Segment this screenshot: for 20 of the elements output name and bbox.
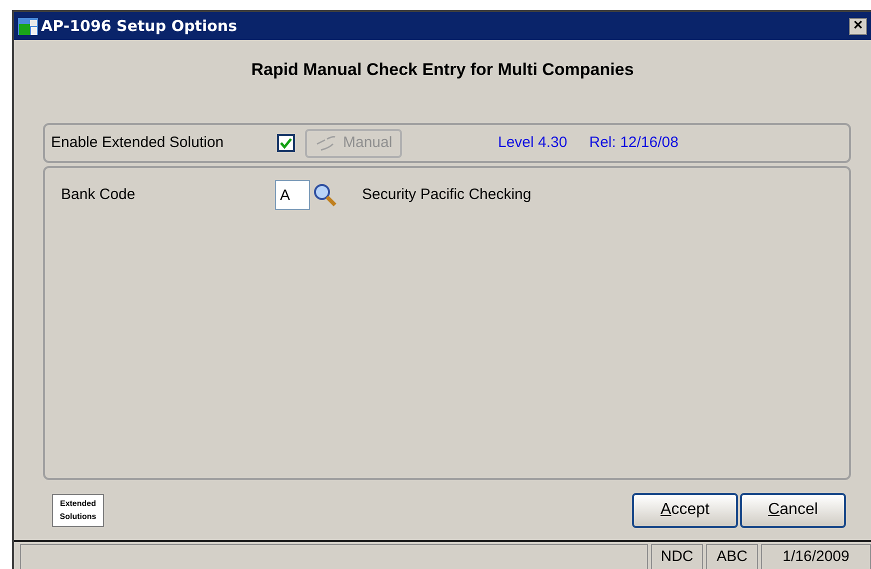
bank-code-field[interactable]: A <box>275 180 310 210</box>
close-button[interactable]: × <box>849 18 867 34</box>
logo-text: Extended <box>60 498 96 510</box>
status-panel: NDC <box>651 544 703 569</box>
check-icon <box>280 137 292 149</box>
search-icon[interactable] <box>312 182 338 208</box>
bank-description: Security Pacific Checking <box>362 184 532 205</box>
window-title: AP-1096 Setup Options <box>41 16 238 37</box>
bank-code-label: Bank Code <box>61 184 136 205</box>
release-text: Rel: 12/16/08 <box>589 132 678 153</box>
status-panel: 1/16/2009 <box>761 544 871 569</box>
dialog-button[interactable]: Accept <box>632 492 738 528</box>
enable-checkbox[interactable] <box>277 134 295 152</box>
level-text: Level 4.30 <box>498 132 568 153</box>
enable-label: Enable Extended Solution <box>51 132 225 153</box>
logo-text: Solutions <box>60 511 96 523</box>
dialog-heading: Rapid Manual Check Entry for Multi Companies <box>251 58 634 80</box>
app-icon <box>18 16 38 36</box>
status-panel: ABC <box>706 544 758 569</box>
dialog-button[interactable]: Cancel <box>740 492 846 528</box>
